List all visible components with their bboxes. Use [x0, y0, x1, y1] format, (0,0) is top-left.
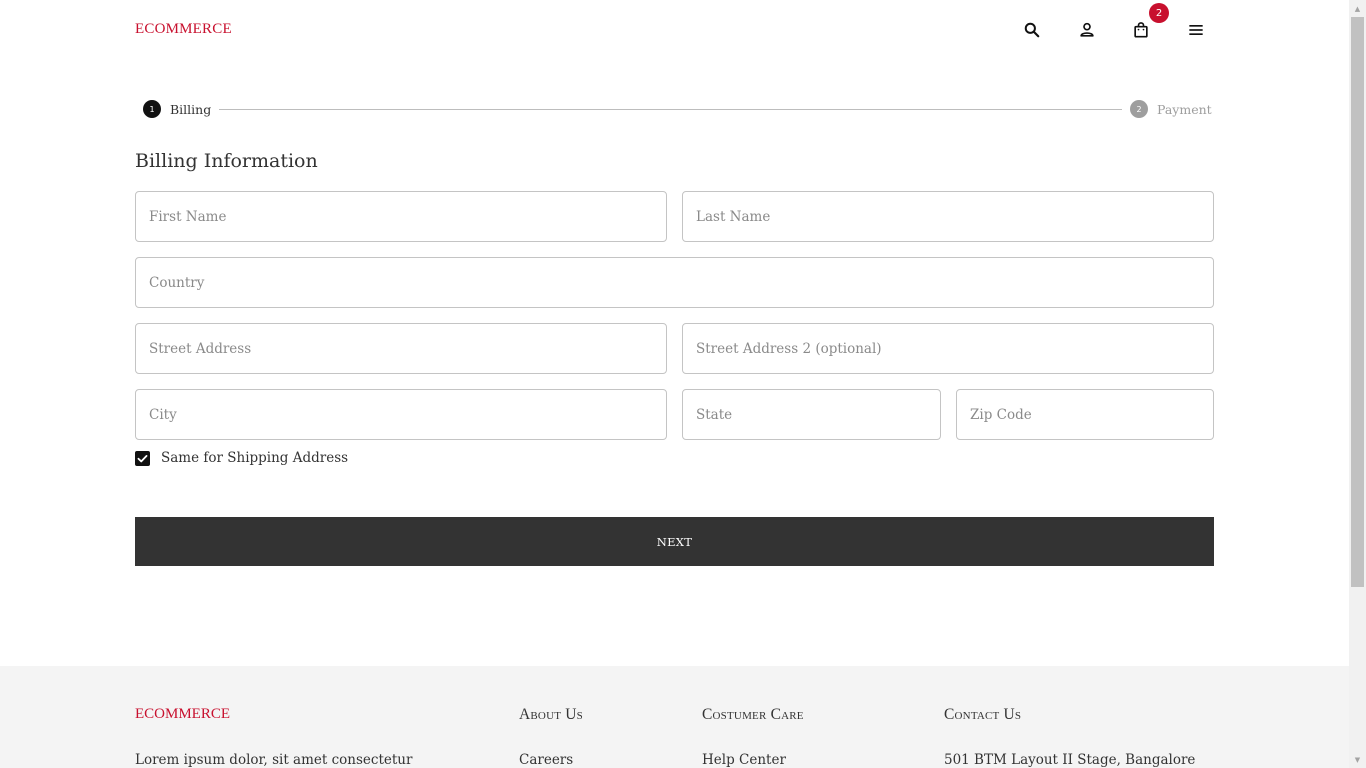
city-input[interactable]: [136, 390, 666, 439]
street-address-field: [135, 323, 667, 374]
footer-heading-customer-care: Costumer Care: [702, 706, 804, 723]
state-input[interactable]: [683, 390, 940, 439]
last-name-input[interactable]: [683, 192, 1213, 241]
country-field: [135, 257, 1214, 308]
page: ECOMMERCE 2 1 Billing 2 Payment Billing …: [0, 0, 1349, 768]
footer: ECOMMERCE About Us Costumer Care Contact…: [0, 666, 1349, 768]
search-icon[interactable]: [1020, 18, 1044, 42]
zip-code-field: [956, 389, 1214, 440]
step-number: 2: [1130, 100, 1148, 118]
footer-link-careers[interactable]: Careers: [519, 752, 573, 768]
street-address-2-field: [682, 323, 1214, 374]
stepper-connector: [214, 108, 1122, 110]
step-number: 1: [143, 100, 161, 118]
footer-heading-contact: Contact Us: [944, 706, 1022, 723]
footer-heading-about: About Us: [519, 706, 583, 723]
step-billing[interactable]: 1 Billing: [143, 96, 220, 122]
city-field: [135, 389, 667, 440]
last-name-field: [682, 191, 1214, 242]
scroll-down-arrow-icon[interactable]: ▼: [1349, 751, 1366, 768]
header: ECOMMERCE 2: [0, 0, 1349, 60]
cart-count-badge: 2: [1149, 3, 1169, 23]
step-label: Billing: [170, 101, 212, 117]
checkout-stepper: 1 Billing 2 Payment: [135, 96, 1214, 122]
scrollbar-thumb[interactable]: [1351, 17, 1364, 587]
street-address-2-input[interactable]: [683, 324, 1213, 373]
country-input[interactable]: [136, 258, 1213, 307]
state-field: [682, 389, 941, 440]
footer-about-text: Lorem ipsum dolor, sit amet consectetur: [135, 752, 413, 768]
footer-logo[interactable]: ECOMMERCE: [135, 706, 230, 723]
checkmark-icon: [137, 454, 148, 462]
first-name-input[interactable]: [136, 192, 666, 241]
same-shipping-checkbox[interactable]: [135, 450, 150, 466]
same-shipping-checkbox-row[interactable]: Same for Shipping Address: [135, 448, 348, 468]
step-label: Payment: [1157, 101, 1212, 117]
user-icon[interactable]: [1075, 18, 1099, 42]
step-payment[interactable]: 2 Payment: [1130, 96, 1212, 122]
footer-address: 501 BTM Layout II Stage, Bangalore: [944, 752, 1196, 768]
brand-logo[interactable]: ECOMMERCE: [135, 21, 232, 38]
same-shipping-label: Same for Shipping Address: [161, 450, 349, 466]
zip-code-input[interactable]: [957, 390, 1213, 439]
first-name-field: [135, 191, 667, 242]
footer-link-help-center[interactable]: Help Center: [702, 752, 786, 768]
street-address-input[interactable]: [136, 324, 666, 373]
menu-icon[interactable]: [1184, 18, 1208, 42]
form-title: Billing Information: [135, 150, 318, 172]
shopping-bag-icon[interactable]: [1129, 18, 1153, 42]
scroll-up-arrow-icon[interactable]: ▲: [1349, 0, 1366, 17]
next-button[interactable]: NEXT: [135, 517, 1214, 566]
vertical-scrollbar[interactable]: ▲ ▼: [1349, 0, 1366, 768]
